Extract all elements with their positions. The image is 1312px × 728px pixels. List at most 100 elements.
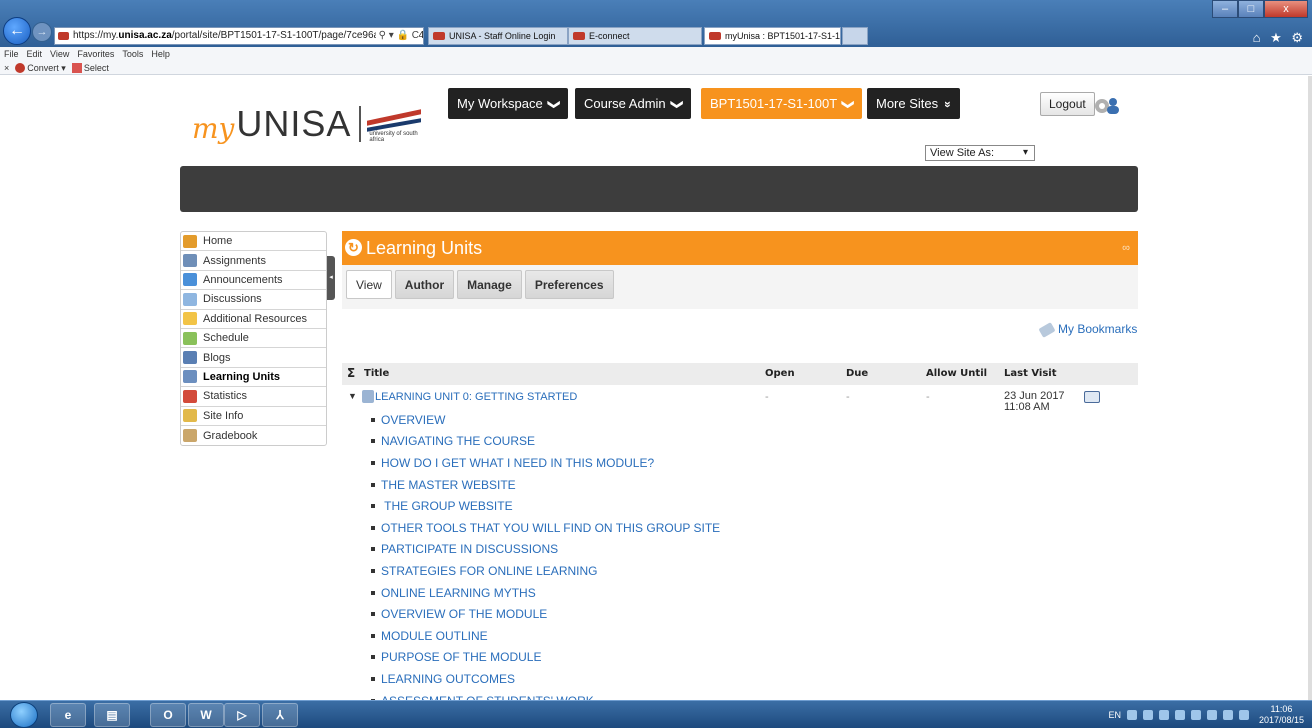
tab-label: E-connect xyxy=(589,31,630,41)
sidebar-item-statistics[interactable]: Statistics xyxy=(181,387,326,407)
section-link[interactable]: ASSESSMENT OF STUDENTS' WORK xyxy=(371,690,720,700)
section-link[interactable]: MODULE OUTLINE xyxy=(371,625,720,647)
collapse-menu-toggle[interactable]: ◂ xyxy=(327,256,335,300)
tray-icon[interactable] xyxy=(1158,710,1169,720)
sidebar-item-announcements[interactable]: Announcements xyxy=(181,271,326,291)
tab-manage[interactable]: Manage xyxy=(457,270,522,299)
tray-icon[interactable] xyxy=(1142,710,1153,720)
column-allow-until: Allow Until xyxy=(926,368,988,379)
tray-icon[interactable] xyxy=(1126,710,1137,720)
media-player-icon[interactable]: ▷ xyxy=(224,703,260,727)
tab-favicon xyxy=(709,32,721,40)
unit-due: - xyxy=(846,391,850,403)
section-link[interactable]: HOW DO I GET WHAT I NEED IN THIS MODULE? xyxy=(371,452,720,474)
tab-preferences[interactable]: Preferences xyxy=(524,270,614,299)
section-link[interactable]: PARTICIPATE IN DISCUSSIONS xyxy=(371,539,720,561)
sidebar-item-assignments[interactable]: Assignments xyxy=(181,251,326,271)
my-bookmarks-link[interactable]: My Bookmarks xyxy=(1038,321,1137,338)
internet-explorer-icon[interactable]: e xyxy=(50,703,86,727)
tab-econnect[interactable]: E-connect xyxy=(568,27,702,45)
outlook-icon[interactable]: O xyxy=(150,703,186,727)
menu-view[interactable]: View xyxy=(50,47,69,61)
forward-button[interactable]: → xyxy=(32,22,52,42)
bullet-icon xyxy=(371,460,375,465)
expand-all-icon[interactable]: Σ xyxy=(347,366,355,380)
select-button[interactable]: Select xyxy=(71,61,109,75)
my-workspace-button[interactable]: My Workspace ❯ xyxy=(448,88,568,119)
section-link[interactable]: OVERVIEW xyxy=(371,409,720,431)
home-favorites-tools-icons[interactable]: ⌂ ★ ⚙ xyxy=(1253,30,1306,46)
volume-icon[interactable] xyxy=(1238,710,1249,720)
convert-button[interactable]: Convert ▾ xyxy=(15,61,66,75)
close-window-button[interactable]: x xyxy=(1264,0,1308,18)
chevron-down-icon: ❯ xyxy=(547,99,562,110)
tray-icon[interactable] xyxy=(1174,710,1185,720)
sidebar-item-gradebook[interactable]: Gradebook xyxy=(181,426,326,445)
language-indicator[interactable]: EN xyxy=(1108,710,1121,720)
section-link[interactable]: LEARNING OUTCOMES xyxy=(371,668,720,690)
learning-unit-link[interactable]: LEARNING UNIT 0: GETTING STARTED xyxy=(375,391,577,403)
section-link[interactable]: ONLINE LEARNING MYTHS xyxy=(371,582,720,604)
section-link[interactable]: STRATEGIES FOR ONLINE LEARNING xyxy=(371,560,720,582)
menu-help[interactable]: Help xyxy=(151,47,170,61)
sidebar-item-schedule[interactable]: Schedule xyxy=(181,329,326,349)
sidebar-item-additional-resources[interactable]: Additional Resources xyxy=(181,310,326,329)
site-favicon xyxy=(58,32,69,40)
collapse-caret-icon[interactable]: ▼ xyxy=(348,391,357,401)
sidebar-item-label: Discussions xyxy=(203,293,262,306)
sidebar-item-learning-units[interactable]: Learning Units xyxy=(181,368,326,388)
menu-edit[interactable]: Edit xyxy=(27,47,43,61)
more-sites-button[interactable]: More Sites» xyxy=(867,88,960,119)
pdf-reader-icon[interactable]: ⅄ xyxy=(262,703,298,727)
section-title: THE GROUP WEBSITE xyxy=(381,499,513,514)
sidebar-item-home[interactable]: Home xyxy=(181,232,326,252)
menu-file[interactable]: File xyxy=(4,47,19,61)
menu-tools[interactable]: Tools xyxy=(122,47,143,61)
bullet-icon xyxy=(371,504,375,509)
sidebar-item-discussions[interactable]: Discussions xyxy=(181,290,326,310)
tab-myunisa[interactable]: myUnisa : BPT1501-17-S1-1... × xyxy=(704,27,841,45)
section-link[interactable]: PURPOSE OF THE MODULE xyxy=(371,647,720,669)
tab-staff-login[interactable]: UNISA - Staff Online Login xyxy=(428,27,568,45)
page-scrollbar[interactable] xyxy=(1308,76,1312,700)
menu-bar: File Edit View Favorites Tools Help xyxy=(0,47,1312,61)
current-site-button[interactable]: BPT1501-17-S1-100T ❯ xyxy=(701,88,863,119)
section-link[interactable]: THE MASTER WEBSITE xyxy=(371,474,720,496)
user-settings-icon[interactable] xyxy=(1092,94,1122,116)
section-link[interactable]: NAVIGATING THE COURSE xyxy=(371,431,720,453)
tray-icon[interactable] xyxy=(1190,710,1201,720)
tab-author[interactable]: Author xyxy=(394,270,455,299)
course-admin-button[interactable]: Course Admin ❯ xyxy=(575,88,691,119)
word-icon[interactable]: W xyxy=(188,703,224,727)
address-bar-icons[interactable]: ⚲ ▾ 🔒 C xyxy=(375,28,419,44)
unit-open: - xyxy=(765,391,769,403)
link-icon[interactable]: ∞ xyxy=(1122,231,1130,265)
tray-icon[interactable] xyxy=(1222,710,1233,720)
logout-button[interactable]: Logout xyxy=(1040,92,1095,116)
site-banner xyxy=(180,166,1138,212)
menu-favorites[interactable]: Favorites xyxy=(77,47,114,61)
address-bar[interactable]: https://my.unisa.ac.za/portal/site/BPT15… xyxy=(54,27,424,45)
sidebar-item-site-info[interactable]: Site Info xyxy=(181,407,326,426)
section-title: STRATEGIES FOR ONLINE LEARNING xyxy=(381,563,598,578)
back-button[interactable]: ← xyxy=(3,17,31,45)
maximize-button[interactable]: □ xyxy=(1238,0,1264,18)
refresh-icon[interactable]: ↻ xyxy=(345,239,362,256)
section-title: MODULE OUTLINE xyxy=(381,628,488,643)
sidebar-item-blogs[interactable]: Blogs xyxy=(181,348,326,368)
myunisa-logo[interactable]: my UNISA university of south africa xyxy=(192,103,423,145)
minimize-button[interactable]: – xyxy=(1212,0,1238,18)
section-link[interactable]: OVERVIEW OF THE MODULE xyxy=(371,603,720,625)
tab-view[interactable]: View xyxy=(346,270,392,299)
section-link[interactable]: OTHER TOOLS THAT YOU WILL FIND ON THIS G… xyxy=(371,517,720,539)
start-button[interactable] xyxy=(10,702,38,728)
close-toolbar-button[interactable]: × xyxy=(4,61,9,75)
printer-icon[interactable] xyxy=(1084,391,1100,403)
view-site-as-label: View Site As: xyxy=(930,147,994,159)
clock[interactable]: 11:06 2017/08/15 xyxy=(1259,704,1304,726)
new-tab-button[interactable] xyxy=(842,27,868,45)
view-site-as-select[interactable]: View Site As: ▾ xyxy=(925,145,1035,161)
file-explorer-icon[interactable]: ▤ xyxy=(94,703,130,727)
tray-icon[interactable] xyxy=(1206,710,1217,720)
section-link[interactable]: THE GROUP WEBSITE xyxy=(371,495,720,517)
